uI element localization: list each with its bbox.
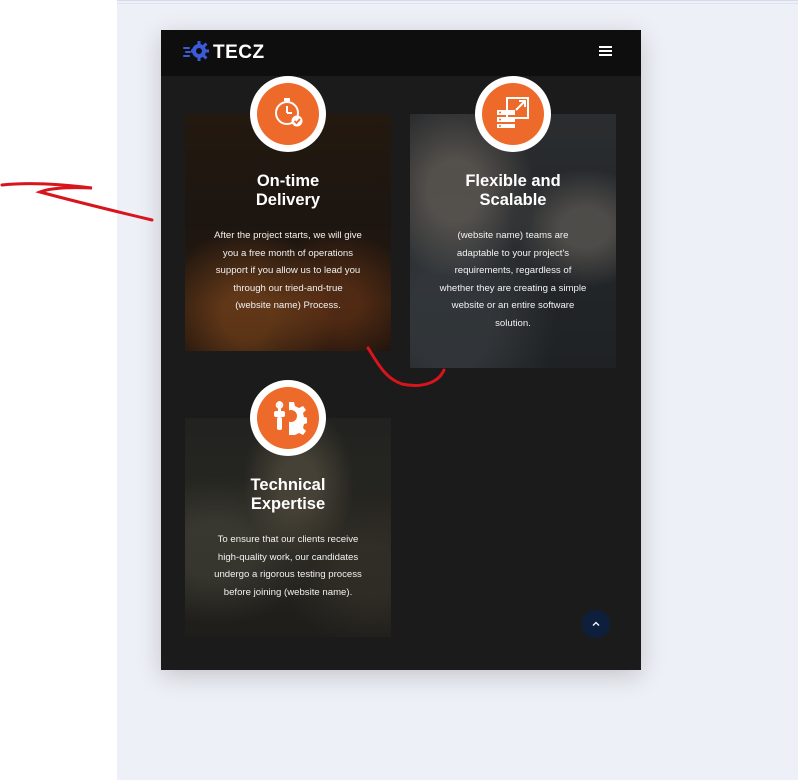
- icon-circle: [482, 83, 544, 145]
- card-icon-badge: [475, 76, 551, 152]
- card-title-line: Flexible and: [465, 172, 561, 190]
- icon-circle: [257, 83, 319, 145]
- card-icon-badge: [250, 380, 326, 456]
- card-title: On-time Delivery: [198, 172, 378, 210]
- gear-speed-icon: [183, 39, 209, 68]
- hamburger-menu-button[interactable]: [593, 42, 619, 64]
- card-description: To ensure that our clients receive high-…: [193, 531, 383, 601]
- card-title-line: Delivery: [255, 191, 321, 209]
- card-title-line: Scalable: [479, 191, 547, 209]
- card-description-line: (website name) teams are: [457, 230, 569, 241]
- card-title-line: On-time: [256, 172, 320, 190]
- card-description-line: high-quality work, our candidates: [217, 551, 359, 563]
- site-logo[interactable]: TECZ: [183, 39, 265, 68]
- feature-card-flexible-scalable: Flexible and Scalable (website name) tea…: [410, 114, 616, 368]
- stopwatch-check-icon: [270, 94, 306, 135]
- card-description-line: After the project starts, we will give: [214, 230, 362, 241]
- card-description-line: solution.: [495, 317, 531, 329]
- server-scale-icon: [494, 94, 532, 135]
- gear-tools-icon: [269, 397, 308, 440]
- card-description-line: undergo a rigorous testing process: [214, 569, 362, 580]
- card-title-line: Technical: [250, 476, 326, 494]
- card-description-line: support if you allow us to lead you: [215, 265, 361, 276]
- top-ruler: [117, 0, 798, 4]
- site-header: TECZ: [161, 30, 641, 76]
- card-title-line: Expertise: [250, 495, 326, 513]
- card-description-line: whether they are creating a simple: [439, 282, 587, 294]
- card-description-line: you a free month of operations: [222, 247, 354, 259]
- card-title: Flexible and Scalable: [423, 172, 603, 210]
- card-title: Technical Expertise: [198, 476, 378, 514]
- card-description-line: To ensure that our clients receive: [217, 534, 359, 545]
- mobile-preview-frame: TECZ On-time Delivery After the project …: [161, 30, 641, 670]
- card-description-line: before joining (website name).: [223, 586, 353, 598]
- card-icon-badge: [250, 76, 326, 152]
- card-description: After the project starts, we will give y…: [193, 227, 383, 315]
- card-description: (website name) teams are adaptable to yo…: [418, 227, 608, 332]
- logo-text: TECZ: [213, 42, 265, 63]
- card-description-line: (website name) Process.: [235, 300, 341, 311]
- hamburger-menu-icon: [599, 44, 613, 62]
- scroll-to-top-button[interactable]: [582, 610, 610, 638]
- icon-circle: [257, 387, 319, 449]
- card-description-line: adaptable to your project's: [456, 247, 570, 259]
- card-description-line: requirements, regardless of: [454, 265, 572, 276]
- chevron-up-icon: [591, 615, 601, 633]
- card-description-line: website or an entire software: [451, 300, 575, 311]
- card-description-line: through our tried-and-true: [233, 282, 343, 294]
